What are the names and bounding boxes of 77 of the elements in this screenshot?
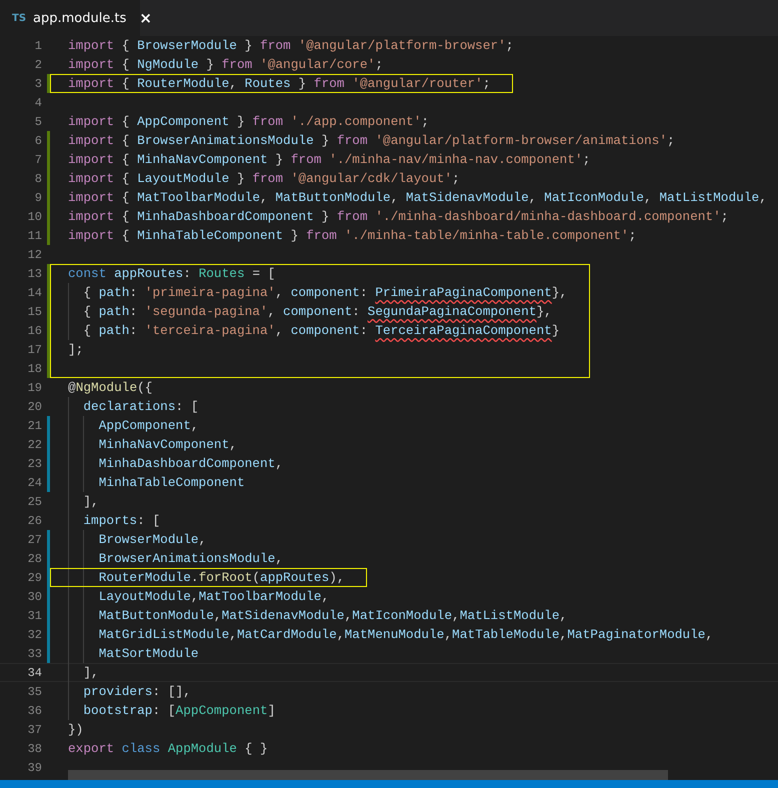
line-number: 3: [34, 76, 42, 90]
line-number: 7: [34, 152, 42, 166]
line-number: 30: [26, 590, 42, 604]
code-line: import { NgModule } from '@angular/core';: [68, 57, 383, 72]
code-line: const appRoutes: Routes = [: [68, 266, 276, 281]
code-line: ],: [82, 665, 99, 680]
line-number: 24: [26, 476, 42, 490]
line-number: 12: [26, 248, 42, 262]
code-line: import { MinhaDashboardComponent } from './minha-dashboard/minha-dashboard.component';: [68, 209, 728, 224]
line-number: 38: [26, 742, 42, 756]
line-number: 8: [34, 172, 42, 186]
line-number: 1: [34, 38, 42, 52]
line-number: 6: [34, 134, 42, 148]
code-line: { path: 'primeira-pagina', component: PrimeiraPaginaComponent},: [82, 285, 568, 300]
line-number: 14: [26, 286, 42, 300]
code-line: { path: 'segunda-pagina', component: SegundaPaginaComponent},: [82, 304, 552, 319]
line-number: 10: [26, 210, 42, 224]
line-number: 13: [26, 266, 42, 280]
code-line: providers: [],: [82, 684, 191, 699]
line-number: 32: [26, 628, 42, 642]
line-number: 15: [26, 304, 42, 318]
line-number: 22: [26, 438, 42, 452]
line-number: 9: [34, 190, 42, 204]
code-line: import { LayoutModule } from '@angular/cdk/layout';: [68, 171, 460, 186]
code-line: ];: [68, 342, 84, 357]
line-number: 4: [34, 96, 42, 110]
code-line: import { RouterModule, Routes } from '@angular/router';: [68, 76, 490, 91]
line-number: 33: [26, 646, 42, 660]
line-number: 23: [26, 456, 42, 470]
code-line: MinhaDashboardComponent,: [98, 456, 284, 471]
line-number: 37: [26, 722, 42, 736]
close-icon[interactable]: ×: [139, 9, 152, 27]
code-line: import { BrowserModule } from '@angular/platform-browser';: [68, 38, 514, 53]
code-line: MinhaTableComponent: [98, 475, 245, 490]
code-line: imports: [: [82, 513, 160, 528]
line-number: 39: [26, 760, 42, 774]
code-line: AppComponent,: [98, 418, 199, 433]
line-number: 16: [26, 324, 42, 338]
line-number: 11: [26, 228, 42, 242]
line-number: 35: [26, 684, 42, 698]
code-line: LayoutModule,MatToolbarModule,: [98, 589, 330, 604]
code-line: import { MatToolbarModule, MatButtonModule, MatSidenavModule, MatIconModule, MatListModule,: [68, 190, 767, 205]
line-number: 25: [26, 494, 42, 508]
code-line: import { BrowserAnimationsModule } from '@angular/platform-browser/animations';: [68, 133, 675, 148]
line-number: 27: [26, 532, 42, 546]
code-line: import { MinhaTableComponent } from './minha-table/minha-table.component';: [68, 228, 636, 243]
line-number: 26: [26, 514, 42, 528]
line-number: 20: [26, 400, 42, 414]
code-line: MinhaNavComponent,: [98, 437, 237, 452]
line-number: 31: [26, 608, 42, 622]
line-number: 29: [26, 570, 42, 584]
code-line: bootstrap: [AppComponent]: [82, 703, 276, 718]
code-line: BrowserModule,: [98, 532, 206, 547]
code-line: MatSortModule: [98, 646, 199, 661]
code-line: import { MinhaNavComponent } from './minha-nav/minha-nav.component';: [68, 152, 590, 167]
code-line: BrowserAnimationsModule,: [98, 551, 284, 566]
line-number: 28: [26, 552, 42, 566]
code-line: export class AppModule { }: [68, 741, 268, 756]
code-line: }): [68, 722, 84, 737]
line-number: 19: [26, 380, 42, 394]
line-number: 17: [26, 342, 42, 356]
line-number: 36: [26, 704, 42, 718]
code-line: import { AppComponent } from './app.component';: [68, 114, 429, 129]
line-number: 18: [26, 362, 42, 376]
code-line: @NgModule({: [68, 380, 152, 395]
code-line: { path: 'terceira-pagina', component: TerceiraPaginaComponent}: [82, 323, 560, 338]
code-line: ],: [82, 494, 99, 509]
code-line: MatGridListModule,MatCardModule,MatMenuModule,MatTableModule,MatPaginatorModule,: [98, 627, 714, 642]
line-number: 34: [26, 666, 42, 680]
line-number: 2: [34, 58, 42, 72]
typescript-icon: TS: [12, 12, 26, 24]
code-line: MatButtonModule,MatSidenavModule,MatIconModule,MatListModule,: [98, 608, 568, 623]
code-line: declarations: [: [82, 399, 199, 414]
scrollbar-thumb[interactable]: [68, 770, 668, 780]
code-line: RouterModule.forRoot(appRoutes),: [98, 570, 344, 585]
line-number: 21: [26, 418, 42, 432]
line-number: 5: [34, 114, 42, 128]
